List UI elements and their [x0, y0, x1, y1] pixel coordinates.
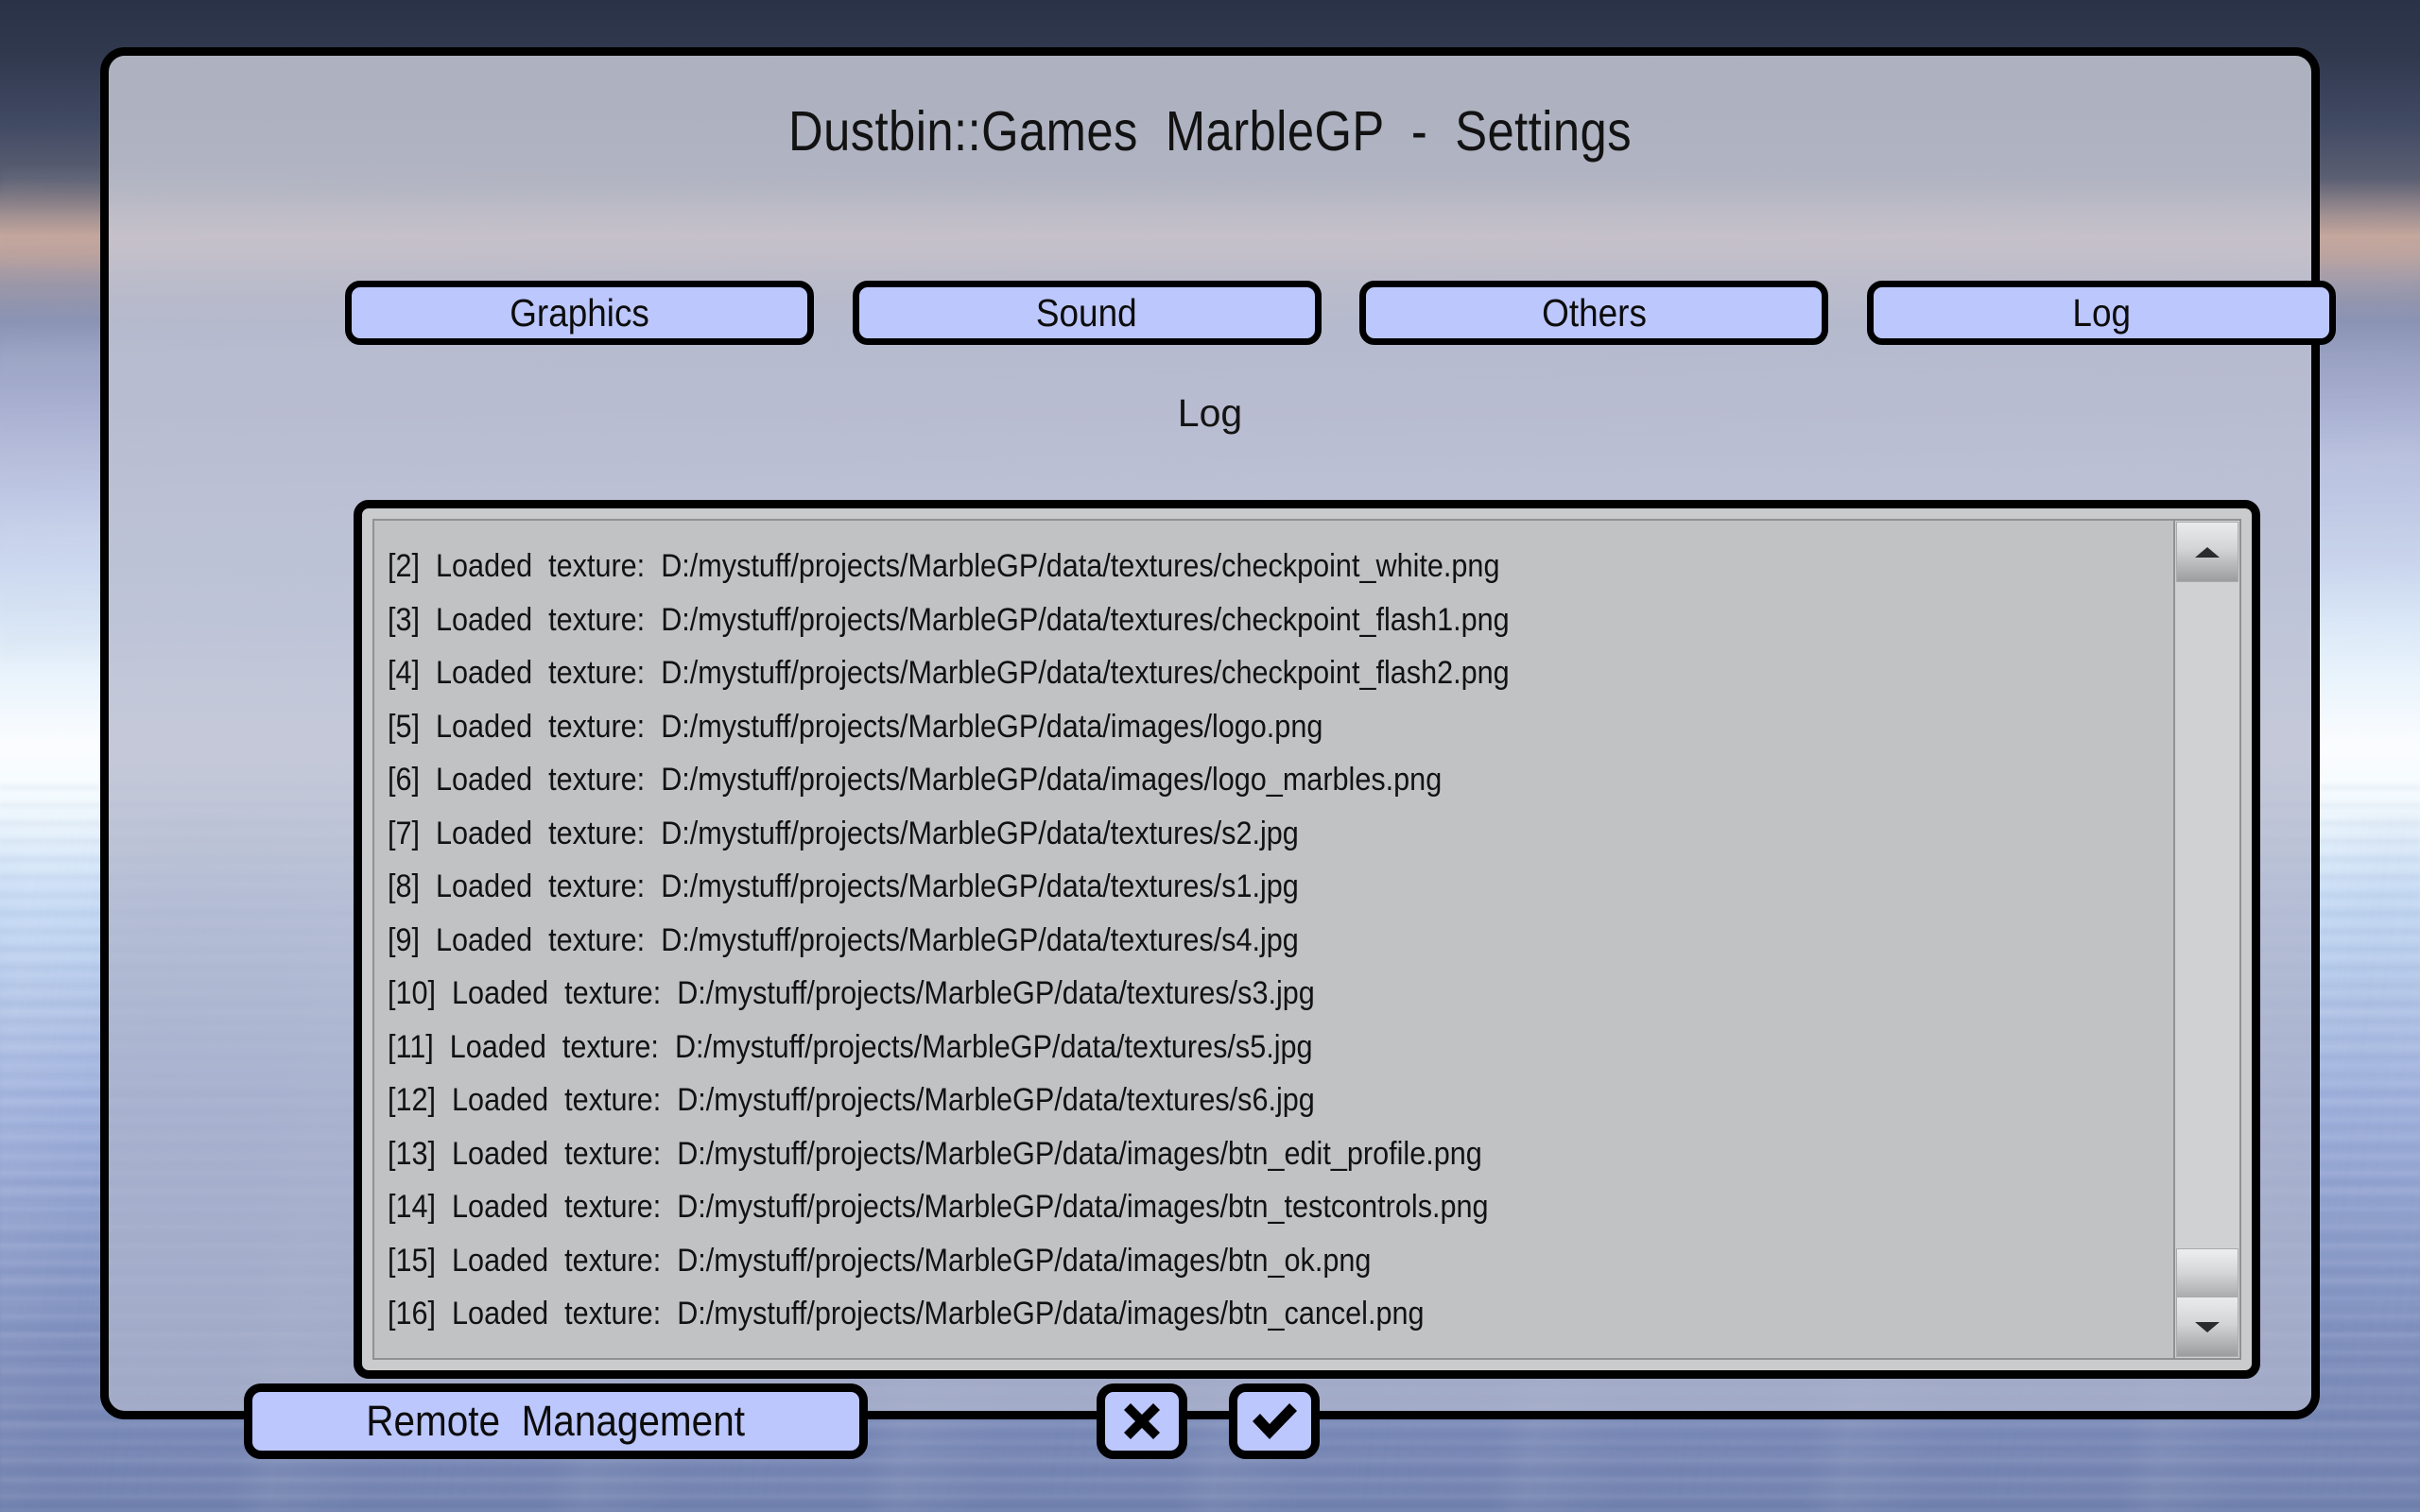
tab-log-label: Log: [2072, 290, 2131, 335]
log-line: [8] Loaded texture: D:/mystuff/projects/…: [388, 868, 1299, 904]
scrollbar-track[interactable]: [2176, 583, 2238, 1296]
log-line: [10] Loaded texture: D:/mystuff/projects…: [388, 975, 1315, 1011]
log-line: [12] Loaded texture: D:/mystuff/projects…: [388, 1082, 1315, 1118]
tab-log[interactable]: Log: [1866, 281, 2336, 345]
log-list: [2] Loaded texture: D:/mystuff/projects/…: [374, 521, 2169, 1341]
log-line: [6] Loaded texture: D:/mystuff/projects/…: [388, 762, 1443, 798]
log-line: [3] Loaded texture: D:/mystuff/projects/…: [388, 601, 1510, 638]
log-line: [13] Loaded texture: D:/mystuff/projects…: [388, 1135, 1482, 1172]
log-line: [15] Loaded texture: D:/mystuff/projects…: [388, 1242, 1372, 1279]
settings-dialog: Dustbin::Games MarbleGP - Settings Graph…: [100, 47, 2336, 1419]
section-heading: Log: [1177, 391, 1243, 435]
log-line: [4] Loaded texture: D:/mystuff/projects/…: [388, 655, 1510, 691]
check-icon: [1253, 1403, 1297, 1439]
tab-others-label: Others: [1541, 290, 1647, 335]
log-panel: [2] Loaded texture: D:/mystuff/projects/…: [372, 519, 2241, 1360]
log-line: [14] Loaded texture: D:/mystuff/projects…: [388, 1189, 1489, 1225]
log-line: [16] Loaded texture: D:/mystuff/projects…: [388, 1296, 1425, 1332]
cancel-button[interactable]: [1097, 1383, 1187, 1459]
log-line: [9] Loaded texture: D:/mystuff/projects/…: [388, 921, 1299, 958]
remote-management-label: Remote Management: [366, 1397, 746, 1445]
tab-sound[interactable]: Sound: [852, 281, 1322, 345]
remote-management-button[interactable]: Remote Management: [244, 1383, 868, 1459]
scroll-up-button[interactable]: [2176, 522, 2238, 582]
log-panel-frame: [2] Loaded texture: D:/mystuff/projects/…: [354, 500, 2260, 1379]
log-scrollbar[interactable]: [2173, 521, 2239, 1358]
tab-graphics[interactable]: Graphics: [345, 281, 814, 345]
ok-button[interactable]: [1229, 1383, 1320, 1459]
app-root: Dustbin::Games MarbleGP - Settings Graph…: [0, 0, 2420, 1512]
chevron-down-icon: [2195, 1321, 2220, 1332]
log-line: [5] Loaded texture: D:/mystuff/projects/…: [388, 708, 1323, 745]
log-line: [7] Loaded texture: D:/mystuff/projects/…: [388, 815, 1299, 851]
chevron-up-icon: [2195, 546, 2220, 558]
window-title: Dustbin::Games MarbleGP - Settings: [787, 100, 1632, 163]
tab-sound-label: Sound: [1036, 290, 1138, 335]
tab-others[interactable]: Others: [1359, 281, 1829, 345]
log-line: [11] Loaded texture: D:/mystuff/projects…: [388, 1028, 1313, 1065]
tab-bar: Graphics Sound Others Log: [345, 281, 2336, 345]
scroll-down-button[interactable]: [2176, 1297, 2238, 1357]
log-line: [2] Loaded texture: D:/mystuff/projects/…: [388, 548, 1500, 584]
tab-graphics-label: Graphics: [510, 290, 649, 335]
cross-icon: [1124, 1403, 1160, 1439]
